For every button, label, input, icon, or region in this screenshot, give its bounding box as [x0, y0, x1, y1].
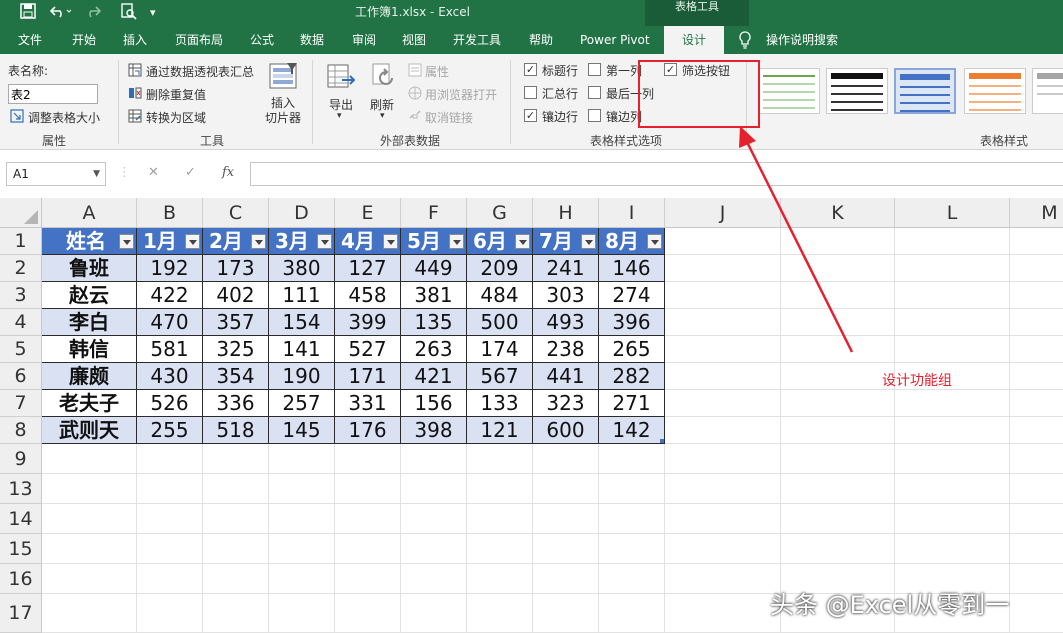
annotation-arrow	[739, 126, 854, 353]
annotation-label: 设计功能组	[882, 373, 952, 389]
watermark: 头条 @Excel从零到一	[770, 591, 1010, 619]
